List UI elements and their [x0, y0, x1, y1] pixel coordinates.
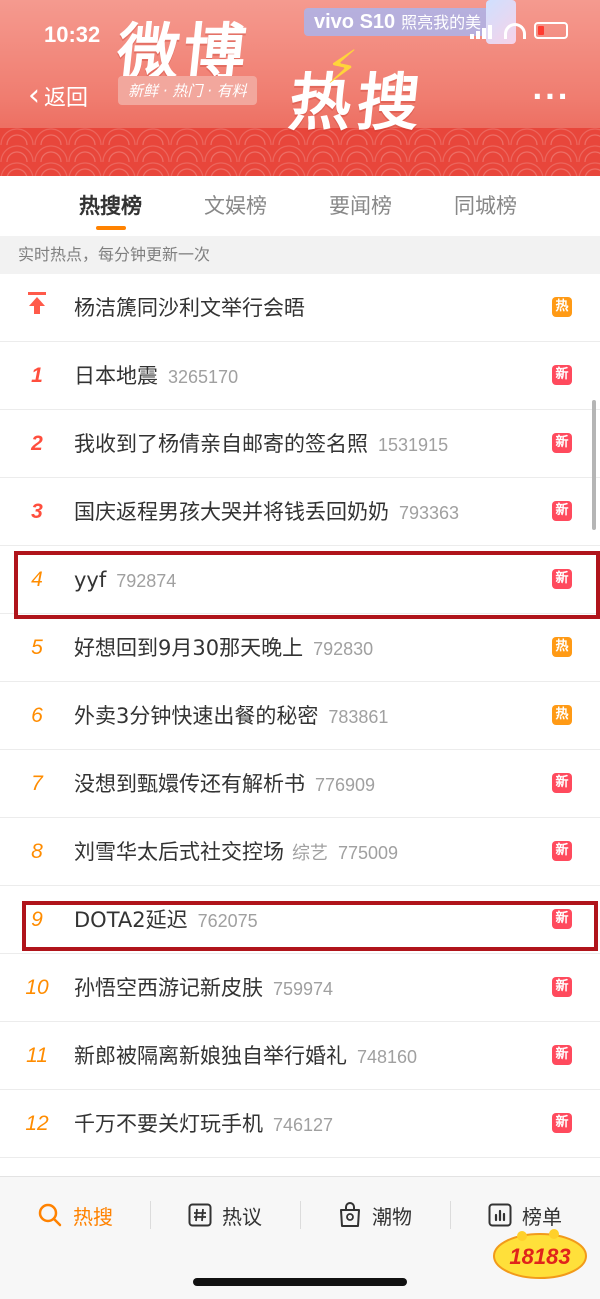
chevron-left-icon: ‹ — [28, 78, 40, 113]
wifi-icon — [504, 22, 526, 39]
pinned-title: 杨洁篪同沙利文举行会晤 — [74, 296, 305, 320]
new-badge: 新 — [552, 1113, 572, 1133]
item-title: 孙悟空西游记新皮肤 — [74, 976, 263, 1000]
new-badge: 新 — [552, 773, 572, 793]
hot-item-6[interactable]: 6 外卖3分钟快速出餐的秘密 783861 热 — [0, 682, 600, 750]
item-count: 759974 — [273, 979, 334, 999]
nav-label: 热搜 — [73, 1204, 113, 1229]
new-badge: 新 — [552, 501, 572, 521]
nav-discussion[interactable]: 热议 — [150, 1195, 300, 1235]
ad-banner[interactable]: vivo S10 照亮我的美 — [304, 8, 492, 36]
new-badge: 新 — [552, 841, 572, 861]
hot-search-banner: 微博 热搜 ⚡ 新鲜 · 热门 · 有料 vivo S10 照亮我的美 10:32… — [0, 0, 600, 176]
highlight-box-dota2 — [22, 901, 598, 951]
rank-number: 2 — [31, 432, 43, 455]
banner-slogan: 新鲜 · 热门 · 有料 — [118, 76, 257, 105]
hot-item-12[interactable]: 12 千万不要关灯玩手机 746127 新 — [0, 1090, 600, 1158]
rank-number: 1 — [31, 364, 43, 387]
hot-badge: 热 — [552, 637, 572, 657]
item-title: 国庆返程男孩大哭并将钱丢回奶奶 — [74, 500, 389, 524]
hot-item-10[interactable]: 10 孙悟空西游记新皮肤 759974 新 — [0, 954, 600, 1022]
item-title: 新郎被隔离新娘独自举行婚礼 — [74, 1044, 347, 1068]
lightning-icon: ⚡ — [326, 40, 359, 94]
item-title: 外卖3分钟快速出餐的秘密 — [74, 704, 319, 728]
watermark-text: 18183 — [509, 1244, 570, 1269]
item-title: 没想到甄嬛传还有解析书 — [74, 772, 305, 796]
nav-label: 热议 — [222, 1204, 262, 1229]
search-icon — [38, 1203, 62, 1227]
ranking-tabs: 热搜榜 文娱榜 要闻榜 同城榜 — [0, 176, 600, 236]
item-title: 日本地震 — [74, 364, 158, 388]
item-title: 千万不要关灯玩手机 — [74, 1112, 263, 1136]
hot-item-7[interactable]: 7 没想到甄嬛传还有解析书 776909 新 — [0, 750, 600, 818]
home-indicator[interactable] — [193, 1278, 407, 1286]
pin-top-icon — [20, 274, 54, 342]
pinned-row[interactable]: 杨洁篪同沙利文举行会晤 热 — [0, 274, 600, 342]
item-count: 3265170 — [168, 367, 239, 387]
item-count: 746127 — [273, 1115, 334, 1135]
hot-item-1[interactable]: 1 日本地震 3265170 新 — [0, 342, 600, 410]
item-count: 748160 — [357, 1047, 418, 1067]
rank-number: 8 — [31, 840, 43, 863]
nav-hot-search[interactable]: 热搜 — [0, 1195, 150, 1235]
item-count: 1531915 — [378, 435, 449, 455]
item-count: 776909 — [315, 775, 376, 795]
hot-item-8[interactable]: 8 刘雪华太后式社交控场 综艺 775009 新 — [0, 818, 600, 886]
bar-chart-icon — [488, 1203, 512, 1227]
tab-news[interactable]: 要闻榜 — [298, 176, 423, 236]
ad-brand: vivo S10 — [314, 11, 396, 33]
tab-hot-search[interactable]: 热搜榜 — [48, 176, 173, 236]
hot-search-list: 杨洁篪同沙利文举行会晤 热 1 日本地震 3265170 新 2 我收到了杨倩亲自… — [0, 274, 600, 1158]
scrollbar[interactable] — [592, 400, 596, 530]
weibo-hot-search-screen: { "status": { "time": "10:32" }, "header… — [0, 0, 600, 1299]
rank-number: 6 — [31, 704, 43, 727]
tab-entertainment[interactable]: 文娱榜 — [173, 176, 298, 236]
more-button[interactable]: ··· — [532, 80, 570, 113]
highlight-box-yyf — [14, 551, 600, 619]
new-badge: 新 — [552, 433, 572, 453]
item-category: 综艺 — [292, 843, 328, 864]
new-badge: 新 — [552, 977, 572, 997]
item-count: 775009 — [338, 843, 399, 863]
hot-item-3[interactable]: 3 国庆返程男孩大哭并将钱丢回奶奶 793363 新 — [0, 478, 600, 546]
item-count: 792830 — [313, 639, 374, 659]
shopping-bag-icon — [340, 1202, 360, 1227]
tab-local[interactable]: 同城榜 — [423, 176, 548, 236]
rank-number: 5 — [31, 636, 43, 659]
item-title: 刘雪华太后式社交控场 — [74, 840, 284, 864]
rank-number: 12 — [25, 1112, 49, 1135]
rank-number: 3 — [31, 500, 43, 523]
hot-badge: 热 — [552, 705, 572, 725]
back-label: 返回 — [44, 86, 89, 111]
hot-badge: 热 — [552, 297, 572, 317]
rank-number: 7 — [31, 772, 43, 795]
back-button[interactable]: ‹ 返回 — [28, 80, 88, 112]
hot-item-5[interactable]: 5 好想回到9月30那天晚上 792830 热 — [0, 614, 600, 682]
watermark-logo: 18183 — [493, 1229, 587, 1279]
status-time: 10:32 — [44, 22, 101, 47]
hashtag-icon — [188, 1203, 212, 1227]
item-title: 我收到了杨倩亲自邮寄的签名照 — [74, 432, 368, 456]
nav-trends[interactable]: 潮物 — [300, 1195, 450, 1235]
item-count: 793363 — [399, 503, 460, 523]
nav-label: 潮物 — [372, 1204, 412, 1229]
new-badge: 新 — [552, 1045, 572, 1065]
rank-number: 10 — [25, 976, 49, 999]
rank-number: 11 — [26, 1044, 48, 1067]
battery-icon — [534, 22, 568, 39]
signal-icon — [470, 23, 496, 39]
status-icons — [470, 22, 568, 39]
item-title: 好想回到9月30那天晚上 — [74, 636, 304, 660]
new-badge: 新 — [552, 365, 572, 385]
hot-item-2[interactable]: 2 我收到了杨倩亲自邮寄的签名照 1531915 新 — [0, 410, 600, 478]
item-count: 783861 — [328, 707, 389, 727]
update-notice: 实时热点，每分钟更新一次 — [0, 236, 600, 274]
hot-item-11[interactable]: 11 新郎被隔离新娘独自举行婚礼 748160 新 — [0, 1022, 600, 1090]
